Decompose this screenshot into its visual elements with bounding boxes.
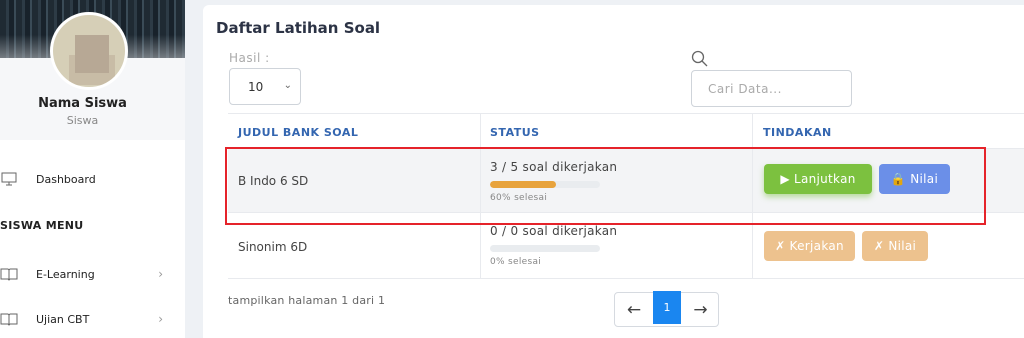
next-page-button[interactable]: → [682, 293, 719, 326]
book-icon [0, 267, 18, 281]
progress-label: 0% selesai [490, 257, 542, 267]
chevron-right-icon: › [158, 267, 163, 281]
work-button[interactable]: ✗ Kerjakan [764, 231, 855, 261]
column-header-actions: TINDAKAN [763, 126, 832, 139]
table-header: JUDUL BANK SOAL STATUS TINDAKAN [228, 113, 1024, 149]
avatar-blur-face [75, 35, 109, 73]
sidebar-item-ujian-cbt[interactable]: Ujian CBT › [0, 307, 185, 331]
chevron-right-icon: › [158, 312, 163, 326]
chevron-down-icon: ⌄ [283, 80, 292, 91]
sidebar-item-e-learning[interactable]: E-Learning › [0, 262, 185, 286]
sidebar: Nama Siswa Siswa Dashboard SISWA MENU E-… [0, 0, 185, 338]
column-header-status: STATUS [490, 126, 540, 139]
search-input[interactable]: Cari Data... [691, 70, 852, 107]
prev-page-button[interactable]: ← [615, 293, 653, 326]
student-role: Siswa [66, 114, 99, 127]
student-name: Nama Siswa [38, 96, 127, 111]
section-title: SISWA MENU [0, 219, 84, 232]
search-icon [691, 50, 709, 68]
page-title: Daftar Latihan Soal [216, 19, 381, 37]
score-button[interactable]: ✗ Nilai [862, 231, 928, 261]
row-status: 0 / 0 soal dikerjakan [490, 224, 618, 238]
sidebar-item-label: Dashboard [36, 172, 96, 186]
book-icon [0, 312, 18, 326]
row-title: Sinonim 6D [238, 240, 308, 254]
page-1-button[interactable]: 1 [653, 291, 681, 324]
avatar[interactable] [50, 12, 128, 90]
page-size-select[interactable]: 10 ⌄ [229, 68, 301, 105]
progress-bar [490, 245, 600, 252]
search-placeholder: Cari Data... [708, 81, 782, 96]
page-info: tampilkan halaman 1 dari 1 [228, 294, 386, 307]
sidebar-item-dashboard[interactable]: Dashboard [0, 167, 185, 191]
highlight-box [225, 147, 986, 225]
page-size-value: 10 [248, 79, 264, 94]
column-header-title: JUDUL BANK SOAL [238, 126, 359, 139]
pagination: ← 1 → [614, 291, 719, 327]
page-size-label: Hasil : [229, 51, 270, 65]
profile-card: Nama Siswa Siswa [0, 0, 185, 140]
monitor-icon [0, 172, 18, 186]
